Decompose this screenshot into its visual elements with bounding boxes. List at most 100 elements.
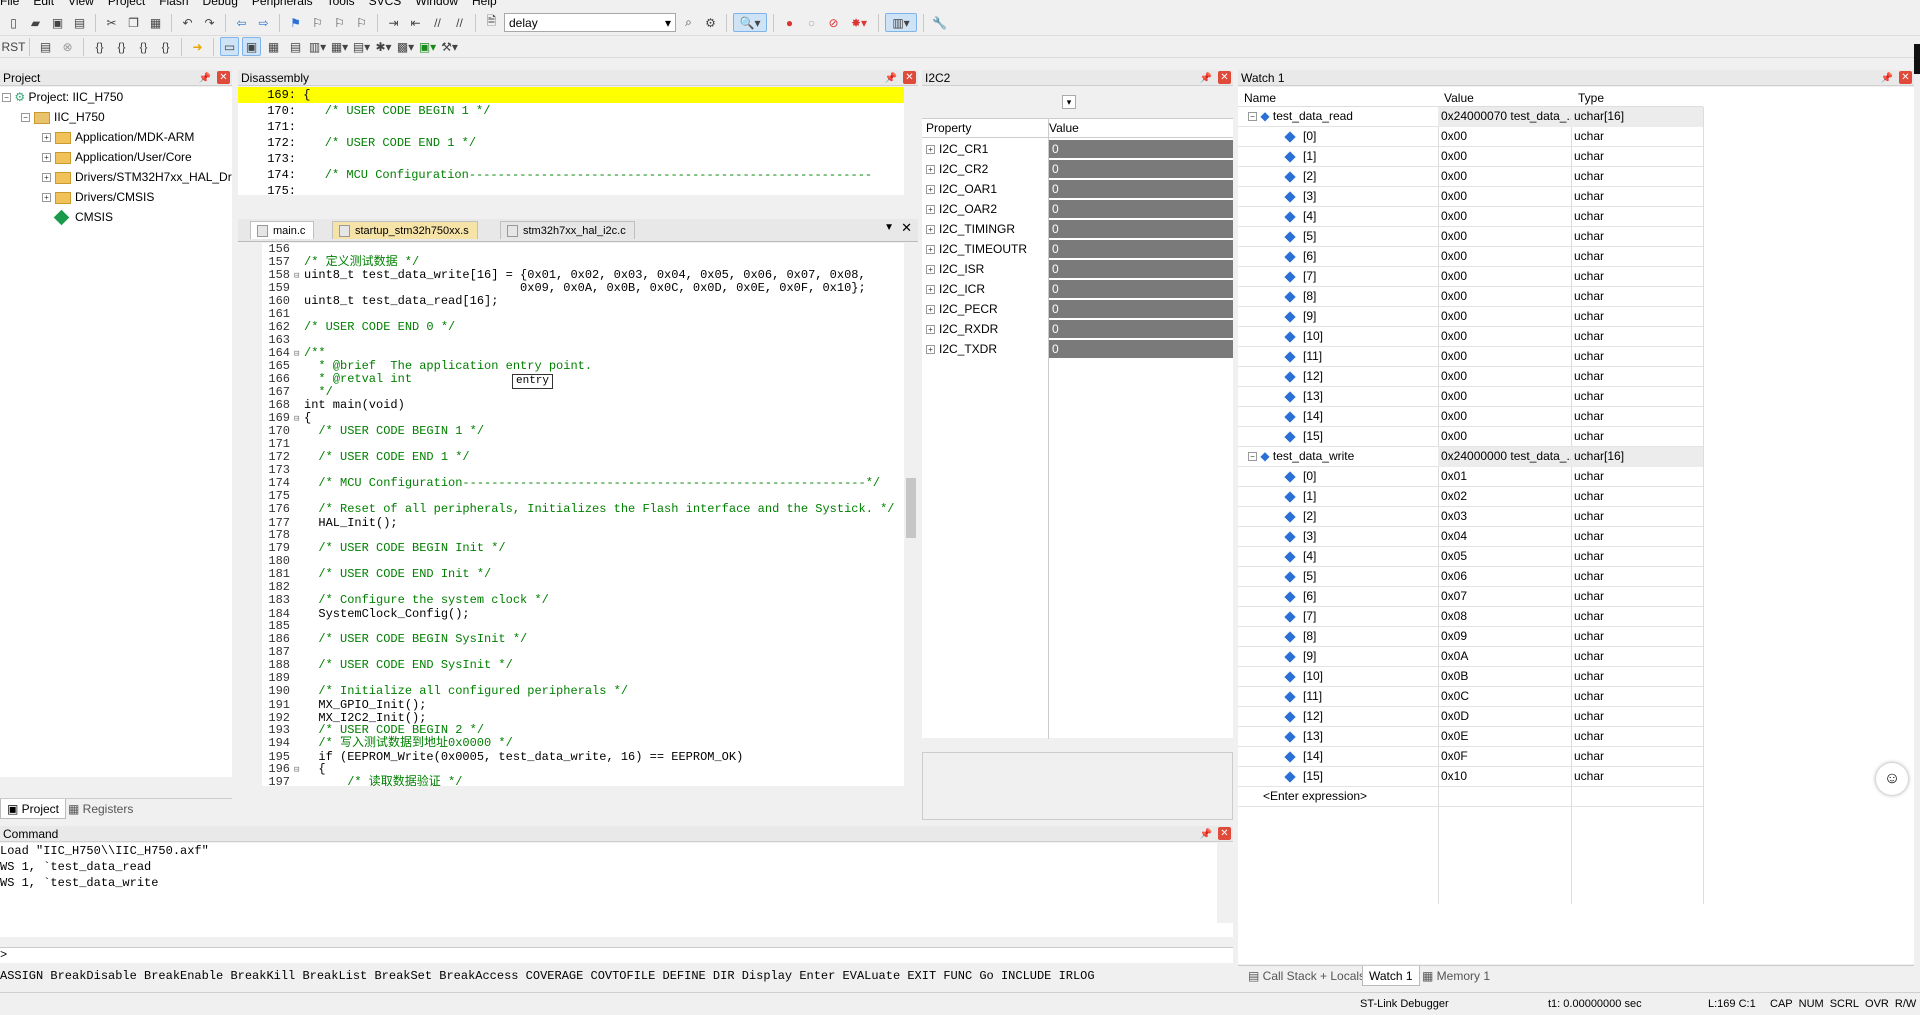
tab-call-stack[interactable]: ▤ Call Stack + Locals [1242,966,1371,986]
disasm-line[interactable]: 172: /* USER CODE END 1 */ [238,135,918,151]
code-line[interactable]: 177 HAL_Init(); [238,516,904,530]
registers-window-icon[interactable]: ▤ [286,37,305,56]
cut-icon[interactable]: ✂ [102,13,121,32]
watch-element-row[interactable]: [6] 0x07 uchar [1238,587,1703,607]
tab-list-icon[interactable]: ▼ [884,222,894,233]
code-line[interactable]: 174 /* MCU Configuration----------------… [238,477,904,490]
disasm-line[interactable]: 171: [238,119,918,135]
menu-item[interactable]: SVCS [369,0,402,8]
watch-element-row[interactable]: [4] 0x00 uchar [1238,207,1703,227]
tab-main-c[interactable]: main.c [250,221,315,239]
i2c-register-row[interactable]: + I2C_TIMEOUTR 0 [922,239,1233,259]
bookmark-clear-icon[interactable]: ⚐ [352,13,371,32]
debug-session-icon[interactable]: 🔍▾ [733,13,767,32]
stop-icon[interactable]: ⊗ [58,37,77,56]
menu-item[interactable]: Help [472,0,497,8]
expand-icon[interactable]: + [926,325,935,335]
code-line[interactable]: 168 int main(void) [238,399,904,412]
tree-group[interactable]: + Drivers/STM32H7xx_HAL_Dri [0,167,232,187]
menu-item[interactable]: Peripherals [252,0,313,8]
expand-icon[interactable]: + [926,285,935,295]
watch-element-row[interactable]: [9] 0x0A uchar [1238,647,1703,667]
watch-var-row[interactable]: − ◆ test_data_read 0x24000070 test_data_.… [1238,107,1703,127]
close-icon[interactable]: ✕ [901,220,912,236]
new-file-icon[interactable]: ▯ [4,13,23,32]
register-value[interactable]: 0 [1049,200,1233,218]
tab-startup[interactable]: startup_stm32h750xx.s [332,221,478,239]
disasm-vscroll[interactable] [904,87,918,195]
pin-icon[interactable]: 📌 [1200,71,1212,87]
expand-icon[interactable]: + [926,265,935,275]
menu-item[interactable]: View [68,0,94,8]
i2c-register-row[interactable]: + I2C_ICR 0 [922,279,1233,299]
save-all-icon[interactable]: ▤ [70,13,89,32]
disassembly-window-icon[interactable]: ▣ [242,37,261,56]
code-line[interactable]: 166 * @retval int [238,373,904,386]
code-line[interactable]: 179 /* USER CODE BEGIN Init */ [238,542,904,555]
watch-element-row[interactable]: [10] 0x00 uchar [1238,327,1703,347]
close-icon[interactable]: ✕ [1218,827,1231,840]
register-value[interactable]: 0 [1049,280,1233,298]
bookmark-icon[interactable]: ⚑ [286,13,305,32]
register-value[interactable]: 0 [1049,260,1233,278]
nav-back-icon[interactable]: ⇦ [232,13,251,32]
code-line[interactable]: 172 /* USER CODE END 1 */ [238,451,904,464]
i2c-register-row[interactable]: + I2C_ISR 0 [922,259,1233,279]
i2c-register-row[interactable]: + I2C_TXDR 0 [922,339,1233,359]
register-value[interactable]: 0 [1049,300,1233,318]
tab-watch-1[interactable]: Watch 1 [1362,966,1420,986]
find-icon[interactable]: ⌕ [679,13,698,32]
trace-window-icon[interactable]: ▣▾ [418,37,437,56]
find-combo[interactable]: delay ▾ [504,13,676,32]
menu-item[interactable]: Tools [327,0,355,8]
i2c-register-row[interactable]: + I2C_PECR 0 [922,299,1233,319]
watch-var-row[interactable]: − ◆ test_data_write 0x24000000 test_data_… [1238,447,1703,467]
run-icon[interactable]: ▤ [36,37,55,56]
close-icon[interactable]: ✕ [903,71,916,84]
tree-group[interactable]: + Drivers/CMSIS [0,187,232,207]
breakpoint-disable-icon[interactable]: ⊘ [824,13,843,32]
watch-element-row[interactable]: [8] 0x09 uchar [1238,627,1703,647]
breakpoint-kill-icon[interactable]: ✸▾ [846,13,872,32]
watch-element-row[interactable]: [13] 0x00 uchar [1238,387,1703,407]
close-icon[interactable]: ✕ [1218,71,1231,84]
register-value[interactable]: 0 [1049,160,1233,178]
enter-expression-row[interactable]: <Enter expression> [1238,787,1703,807]
disasm-line[interactable]: 174: /* MCU Configuration---------------… [238,167,918,183]
i2c-register-row[interactable]: + I2C_OAR1 0 [922,179,1233,199]
register-value[interactable]: 0 [1049,340,1233,358]
memory-window-icon[interactable]: ▤▾ [352,37,371,56]
step-over-icon[interactable]: {} [112,37,131,56]
watch-element-row[interactable]: [3] 0x00 uchar [1238,187,1703,207]
expand-icon[interactable]: + [926,165,935,175]
register-value[interactable]: 0 [1049,140,1233,158]
pin-icon[interactable]: 📌 [199,71,211,87]
tab-memory-1[interactable]: ▦ Memory 1 [1416,966,1496,986]
watch-element-row[interactable]: [14] 0x0F uchar [1238,747,1703,767]
show-next-statement-icon[interactable]: ➜ [188,37,207,56]
copy-icon[interactable]: ❐ [124,13,143,32]
find-in-files-icon[interactable]: 🗎 [482,13,501,32]
undo-icon[interactable]: ↶ [178,13,197,32]
expand-icon[interactable]: + [926,185,935,195]
step-icon[interactable]: {} [90,37,109,56]
disasm-line[interactable]: 170: /* USER CODE BEGIN 1 */ [238,103,918,119]
step-out-icon[interactable]: {} [134,37,153,56]
watch-element-row[interactable]: [7] 0x00 uchar [1238,267,1703,287]
code-line[interactable]: 197 /* 读取数据验证 */ [238,776,904,787]
i2c-dropdown[interactable]: ▾ [1062,95,1076,109]
watch-element-row[interactable]: [6] 0x00 uchar [1238,247,1703,267]
command-vscroll[interactable] [1217,843,1233,923]
expand-icon[interactable]: + [926,225,935,235]
code-line[interactable]: 188 /* USER CODE END SysInit */ [238,659,904,672]
unindent-icon[interactable]: ⇤ [406,13,425,32]
watch-element-row[interactable]: [12] 0x00 uchar [1238,367,1703,387]
disasm-line[interactable]: 173: [238,151,918,167]
disasm-line[interactable]: 169: { [238,87,918,103]
expand-icon[interactable]: + [926,145,935,155]
i2c-register-row[interactable]: + I2C_TIMINGR 0 [922,219,1233,239]
watch-element-row[interactable]: [12] 0x0D uchar [1238,707,1703,727]
code-line[interactable]: 194 /* 写入测试数据到地址0x0000 */ [238,737,904,750]
watch-element-row[interactable]: [15] 0x00 uchar [1238,427,1703,447]
expand-icon[interactable]: + [926,245,935,255]
